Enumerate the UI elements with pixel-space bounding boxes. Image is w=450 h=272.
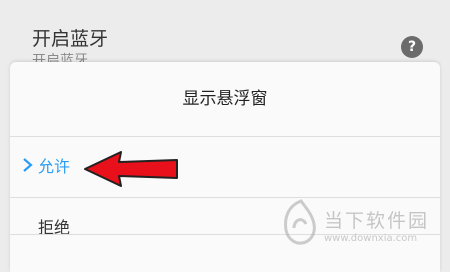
chevron-right-icon bbox=[23, 158, 33, 172]
watermark: 当下软件园 www.downxia.com bbox=[280, 188, 445, 258]
red-arrow-icon bbox=[84, 151, 178, 187]
setting-title: 开启蓝牙 bbox=[32, 28, 109, 50]
option-allow-label: 允许 bbox=[38, 157, 71, 176]
watermark-url: www.downxia.com bbox=[324, 233, 418, 244]
watermark-logo-icon bbox=[284, 199, 316, 245]
background-setting-row: 开启蓝牙 开启蓝牙 ? bbox=[0, 0, 450, 69]
watermark-text: 当下软件园 bbox=[324, 210, 430, 232]
option-deny-label: 拒绝 bbox=[38, 218, 71, 237]
question-circle-icon[interactable]: ? bbox=[401, 36, 423, 58]
dialog-title: 显示悬浮窗 bbox=[182, 89, 268, 109]
